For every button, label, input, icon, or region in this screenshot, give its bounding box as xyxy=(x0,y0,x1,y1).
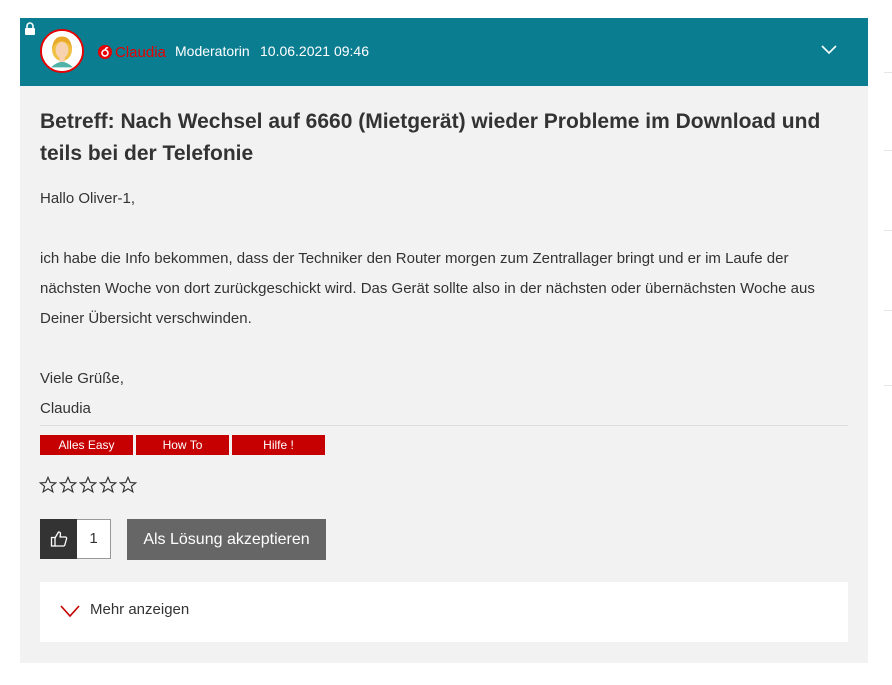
star-rating xyxy=(39,476,137,494)
show-more-link[interactable]: Mehr anzeigen xyxy=(90,601,189,618)
body-greeting: Hallo Oliver-1, xyxy=(40,190,136,207)
lock-icon xyxy=(25,22,35,35)
chevron-down-icon[interactable] xyxy=(821,45,837,55)
body-closing: Viele Grüße, xyxy=(40,370,124,387)
body-line: ich habe die Info bekommen, dass der Tec… xyxy=(40,250,789,267)
author-role: Moderatorin xyxy=(175,43,250,59)
forum-post: Claudia Moderatorin 10.06.2021 09:46 Bet… xyxy=(20,18,868,663)
tag-alles-easy[interactable]: Alles Easy xyxy=(40,435,133,455)
kudos-button[interactable] xyxy=(40,519,77,559)
accept-solution-button[interactable]: Als Lösung akzeptieren xyxy=(127,519,326,560)
body-line: nächsten Woche von dort zurückgeschickt … xyxy=(40,280,815,297)
tag-list: Alles Easy How To Hilfe ! xyxy=(40,435,325,455)
star-outline-icon[interactable] xyxy=(39,476,57,494)
tag-how-to[interactable]: How To xyxy=(136,435,229,455)
sidebar-edge xyxy=(884,0,892,685)
post-datetime: 10.06.2021 09:46 xyxy=(260,43,369,59)
star-outline-icon[interactable] xyxy=(59,476,77,494)
star-outline-icon[interactable] xyxy=(119,476,137,494)
body-line: Deiner Übersicht verschwinden. xyxy=(40,310,252,327)
post-header: Claudia Moderatorin 10.06.2021 09:46 xyxy=(20,18,868,86)
body-signature: Claudia xyxy=(40,400,91,417)
chevron-down-icon xyxy=(60,605,80,618)
star-outline-icon[interactable] xyxy=(79,476,97,494)
kudos-count: 1 xyxy=(77,519,111,559)
avatar[interactable] xyxy=(40,29,84,73)
author-name[interactable]: Claudia xyxy=(115,44,166,61)
divider xyxy=(40,425,848,426)
post-subject: Betreff: Nach Wechsel auf 6660 (Mietgerä… xyxy=(40,110,821,165)
tag-hilfe[interactable]: Hilfe ! xyxy=(232,435,325,455)
vodafone-logo-icon xyxy=(98,45,112,59)
star-outline-icon[interactable] xyxy=(99,476,117,494)
thumbs-up-icon xyxy=(50,531,68,547)
post-body: Hallo Oliver-1, ich habe die Info bekomm… xyxy=(40,184,840,424)
show-more-panel[interactable]: Mehr anzeigen xyxy=(40,582,848,642)
